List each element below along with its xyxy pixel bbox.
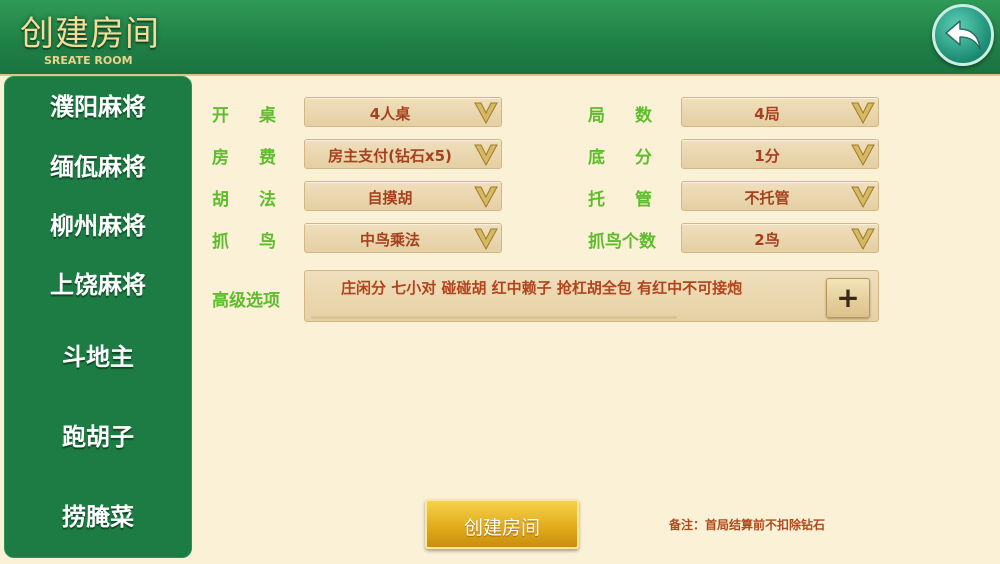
plus-icon: + [836, 281, 860, 314]
bird-count-label: 抓鸟个数 [588, 232, 656, 252]
sidebar-item-paohuzi[interactable]: 跑胡子 [5, 417, 191, 452]
fee-label: 房费 [212, 148, 306, 168]
page-subtitle: SREATE ROOM [44, 54, 133, 67]
sidebar-item-puyang-mahjong[interactable]: 濮阳麻将 [5, 87, 191, 122]
hu-rule-label: 胡法 [212, 190, 306, 210]
sidebar-item-doudizhu[interactable]: 斗地主 [5, 337, 191, 372]
auto-play-value: 不托管 [744, 189, 790, 207]
chevron-down-icon [474, 228, 498, 251]
bird-dropdown[interactable]: 中鸟乘法 [304, 223, 502, 253]
chevron-down-icon [851, 228, 875, 251]
sidebar-item-liuzhou-mahjong[interactable]: 柳州麻将 [5, 206, 191, 241]
create-room-label: 创建房间 [463, 517, 540, 539]
create-room-button[interactable]: 创建房间 [425, 499, 579, 549]
back-arrow-icon [945, 20, 981, 50]
advanced-options-box[interactable]: 庄闲分 七小对 碰碰胡 红中赖子 抢杠胡全包 有红中不可接炮 [304, 270, 879, 322]
base-score-dropdown[interactable]: 1分 [681, 139, 879, 169]
rounds-value: 4局 [754, 105, 780, 123]
chevron-down-icon [851, 102, 875, 125]
page-title: 创建房间 [20, 14, 160, 54]
auto-play-dropdown[interactable]: 不托管 [681, 181, 879, 211]
bird-count-value: 2鸟 [754, 231, 780, 249]
fee-dropdown[interactable]: 房主支付(钻石x5) [304, 139, 502, 169]
auto-play-label: 托管 [588, 190, 682, 210]
hu-rule-value: 自摸胡 [367, 189, 413, 207]
table-value: 4人桌 [369, 105, 411, 123]
bird-count-dropdown[interactable]: 2鸟 [681, 223, 879, 253]
bird-value: 中鸟乘法 [359, 231, 420, 249]
sidebar-item-shangrao-mahjong[interactable]: 上饶麻将 [5, 265, 191, 300]
hu-rule-dropdown[interactable]: 自摸胡 [304, 181, 502, 211]
footer-note: 备注：首局结算前不扣除钻石 [669, 518, 826, 532]
chevron-down-icon [851, 144, 875, 167]
advanced-options-text: 庄闲分 七小对 碰碰胡 红中赖子 抢杠胡全包 有红中不可接炮 [341, 279, 743, 297]
add-advanced-button[interactable]: + [826, 278, 870, 318]
header-bar: 创建房间 SREATE ROOM [0, 0, 1000, 76]
base-score-value: 1分 [754, 147, 780, 165]
rounds-label: 局数 [588, 106, 682, 126]
advanced-scrollbar[interactable] [311, 316, 677, 319]
advanced-label: 高级选项 [212, 291, 280, 311]
sidebar-item-laoyancai[interactable]: 捞腌菜 [5, 497, 191, 532]
chevron-down-icon [851, 186, 875, 209]
chevron-down-icon [474, 186, 498, 209]
base-score-label: 底分 [588, 148, 682, 168]
table-label: 开桌 [212, 106, 306, 126]
chevron-down-icon [474, 144, 498, 167]
fee-value: 房主支付(钻石x5) [328, 147, 452, 165]
chevron-down-icon [474, 102, 498, 125]
rounds-dropdown[interactable]: 4局 [681, 97, 879, 127]
back-button[interactable] [932, 4, 994, 66]
sidebar-item-miandian-mahjong[interactable]: 缅佤麻将 [5, 147, 191, 182]
table-dropdown[interactable]: 4人桌 [304, 97, 502, 127]
game-sidebar: 濮阳麻将 缅佤麻将 柳州麻将 上饶麻将 斗地主 跑胡子 捞腌菜 [4, 76, 192, 558]
bird-label: 抓鸟 [212, 232, 306, 252]
